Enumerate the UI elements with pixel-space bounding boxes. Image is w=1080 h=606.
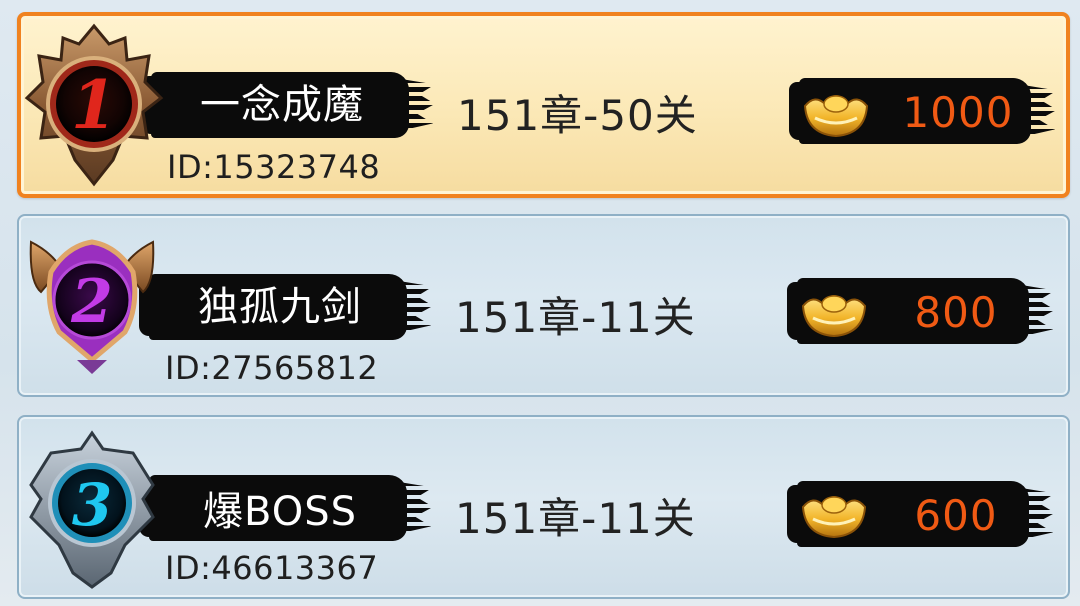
leaderboard-list: 1 一念成魔 ID:15323748 151章-50关 1000 2 独孤九剑 …: [0, 0, 1080, 606]
rank-2-badge-icon: 2: [29, 239, 155, 374]
reward-amount: 800: [914, 288, 998, 337]
rank-1-numeral: 1: [71, 66, 117, 144]
player-name: 一念成魔: [200, 82, 364, 128]
leaderboard-row-rank-1[interactable]: 1 一念成魔 ID:15323748 151章-50关 1000: [17, 12, 1070, 198]
leaderboard-row-rank-2[interactable]: 2 独孤九剑 ID:27565812 151章-11关 800: [17, 214, 1070, 397]
stage-progress: 151章-50关: [457, 91, 698, 140]
rank-2-numeral: 2: [70, 267, 113, 337]
player-id: ID:27565812: [165, 349, 379, 387]
rank-3-numeral: 3: [72, 471, 112, 539]
reward-amount: 600: [914, 491, 998, 540]
gold-ingot-icon: [801, 295, 867, 338]
rank-3-badge-icon: 3: [29, 430, 155, 589]
player-id: ID:46613367: [165, 549, 379, 587]
player-name: 爆BOSS: [202, 489, 357, 535]
reward-amount: 1000: [902, 88, 1014, 137]
player-id: ID:15323748: [167, 148, 381, 186]
stage-progress: 151章-11关: [455, 494, 696, 543]
rank-1-badge-icon: 1: [24, 23, 164, 187]
stage-progress: 151章-11关: [455, 293, 696, 342]
gold-ingot-icon: [801, 496, 867, 539]
leaderboard-row-rank-3[interactable]: 3 爆BOSS ID:46613367 151章-11关 600: [17, 415, 1070, 599]
player-name: 独孤九剑: [198, 284, 362, 330]
gold-ingot-icon: [803, 95, 869, 138]
